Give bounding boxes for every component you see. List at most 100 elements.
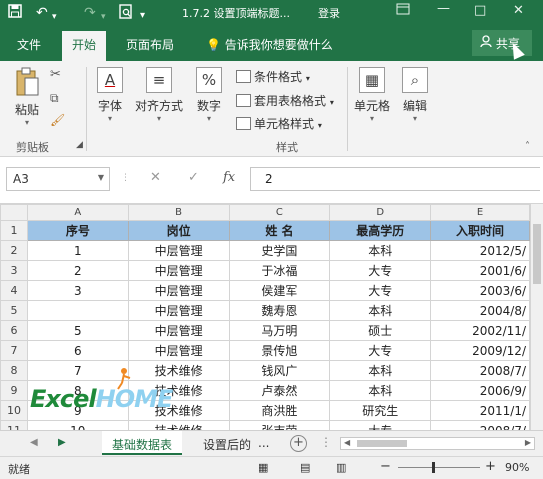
grid-cell[interactable]: 3 (26, 280, 129, 301)
column-header-e[interactable]: E (430, 204, 530, 221)
row-header[interactable]: 11 (0, 420, 28, 430)
grid-cell[interactable]: 景传旭 (228, 340, 331, 361)
grid-cell[interactable]: 卢泰然 (228, 380, 331, 401)
grid-cell[interactable]: 本科 (329, 240, 432, 261)
ribbon-display-icon[interactable] (396, 3, 410, 19)
grid-cell[interactable]: 2011/1/ (430, 400, 530, 421)
zoom-level[interactable]: 90% (505, 461, 529, 474)
grid-cell[interactable]: 5 (26, 320, 129, 341)
more-sheets-icon[interactable]: ... (254, 431, 279, 455)
grid-cell[interactable]: 技术维修 (127, 420, 230, 430)
grid-cell[interactable]: 2 (26, 260, 129, 281)
normal-view-icon[interactable]: ▦ (258, 461, 268, 474)
format-painter-icon[interactable]: 🖌 (50, 113, 65, 127)
paste-button[interactable]: 粘贴 ▾ (8, 67, 46, 128)
zoom-slider-track[interactable] (398, 467, 480, 468)
dialog-launcher-icon[interactable]: ◢ (76, 140, 83, 150)
scroll-right-icon[interactable]: ▶ (525, 438, 531, 447)
cancel-icon[interactable]: ✕ (150, 170, 161, 185)
save-icon[interactable] (8, 4, 22, 23)
grid-cell[interactable]: 大专 (329, 260, 432, 281)
row-header[interactable]: 6 (0, 320, 28, 341)
row-header[interactable]: 2 (0, 240, 28, 261)
tab-page-layout[interactable]: 页面布局 (126, 36, 174, 53)
grid-cell[interactable]: 大专 (329, 280, 432, 301)
grid-cell[interactable]: 研究生 (329, 400, 432, 421)
grid-cell[interactable]: 中层管理 (127, 340, 230, 361)
header-cell[interactable]: 姓 名 (228, 220, 331, 241)
grid-cell[interactable]: 2003/6/ (430, 280, 530, 301)
vertical-scrollbar[interactable] (530, 204, 543, 430)
grid-cell[interactable]: 本科 (329, 360, 432, 381)
collapse-ribbon-icon[interactable]: ˄ (525, 141, 530, 152)
column-header-b[interactable]: B (127, 204, 230, 221)
grid-cell[interactable]: 2006/9/ (430, 380, 530, 401)
row-header[interactable]: 1 (0, 220, 28, 241)
alignment-button[interactable]: ≡ 对齐方式 ▾ (133, 67, 185, 124)
grid-cell[interactable]: 2012/5/ (430, 240, 530, 261)
format-as-table-button[interactable]: 套用表格格式 ▾ (236, 92, 334, 109)
scrollbar-thumb[interactable] (533, 224, 541, 284)
zoom-out-button[interactable]: − (380, 459, 391, 474)
grid-cell[interactable]: 马万明 (228, 320, 331, 341)
row-header[interactable]: 3 (0, 260, 28, 281)
grid-cell[interactable]: 中层管理 (127, 280, 230, 301)
grid-cell[interactable]: 中层管理 (127, 320, 230, 341)
grid-cell[interactable]: 2008/7/ (430, 420, 530, 430)
number-button[interactable]: % 数字 ▾ (191, 67, 227, 124)
grid-cell[interactable]: 侯建军 (228, 280, 331, 301)
scroll-left-icon[interactable]: ◀ (344, 438, 350, 447)
row-header[interactable]: 9 (0, 380, 28, 401)
grid-cell[interactable]: 2009/12/ (430, 340, 530, 361)
column-header-d[interactable]: D (329, 204, 432, 221)
row-header[interactable]: 5 (0, 300, 28, 321)
row-header[interactable]: 7 (0, 340, 28, 361)
sheet-tab-basic-data[interactable]: 基础数据表 (102, 431, 183, 455)
header-cell[interactable]: 岗位 (127, 220, 230, 241)
zoom-slider-knob[interactable] (432, 462, 435, 473)
login-link[interactable]: 登录 (318, 5, 340, 21)
header-cell[interactable]: 最高学历 (329, 220, 432, 241)
grid-cell[interactable]: 商洪胜 (228, 400, 331, 421)
zoom-in-button[interactable]: + (485, 459, 496, 474)
page-layout-view-icon[interactable]: ▤ (300, 461, 310, 474)
header-cell[interactable]: 入职时间 (430, 220, 530, 241)
grid-cell[interactable]: 史学国 (228, 240, 331, 261)
conditional-format-button[interactable]: 条件格式 ▾ (236, 68, 310, 85)
grid-cell[interactable]: 10 (26, 420, 129, 430)
row-header[interactable]: 10 (0, 400, 28, 421)
grid-cell[interactable]: 大专 (329, 340, 432, 361)
formula-input[interactable]: 2 (250, 167, 540, 191)
sheet-tab-after-setting[interactable]: 设置后的 (193, 431, 261, 455)
row-header[interactable]: 8 (0, 360, 28, 381)
grid-cell[interactable]: 本科 (329, 300, 432, 321)
redo-icon[interactable]: ↷ (84, 4, 96, 22)
column-header-a[interactable]: A (26, 204, 129, 221)
redo-dropdown-icon[interactable]: ▾ (101, 8, 106, 26)
header-cell[interactable]: 序号 (26, 220, 129, 241)
row-header[interactable]: 4 (0, 280, 28, 301)
grid-cell[interactable]: 张吉荣 (228, 420, 331, 430)
tab-file[interactable]: 文件 (17, 36, 41, 53)
customize-qat-icon[interactable]: ▾ (140, 7, 145, 25)
grid-cell[interactable]: 技术维修 (127, 360, 230, 381)
grid-cell[interactable]: 钱风广 (228, 360, 331, 381)
undo-icon[interactable]: ↶ (36, 4, 48, 22)
grid-cell[interactable]: 魏寿恩 (228, 300, 331, 321)
print-preview-icon[interactable] (119, 4, 133, 24)
close-icon[interactable]: ✕ (513, 3, 524, 18)
page-break-view-icon[interactable]: ▥ (336, 461, 346, 474)
select-all-corner[interactable] (0, 204, 28, 221)
editing-button[interactable]: ⌕ 编辑 ▾ (398, 67, 432, 124)
minimize-icon[interactable]: — (437, 1, 450, 16)
grid-cell[interactable]: 大专 (329, 420, 432, 430)
grid-cell[interactable] (26, 300, 129, 321)
grid-cell[interactable]: 2001/6/ (430, 260, 530, 281)
maximize-icon[interactable]: □ (474, 3, 486, 18)
grid-cell[interactable]: 本科 (329, 380, 432, 401)
insert-function-icon[interactable]: fx (223, 170, 235, 185)
cell-styles-button[interactable]: 单元格样式 ▾ (236, 115, 322, 132)
grid-cell[interactable]: 2002/11/ (430, 320, 530, 341)
grid-cell[interactable]: 于冰福 (228, 260, 331, 281)
cells-button[interactable]: ▦ 单元格 ▾ (352, 67, 392, 124)
